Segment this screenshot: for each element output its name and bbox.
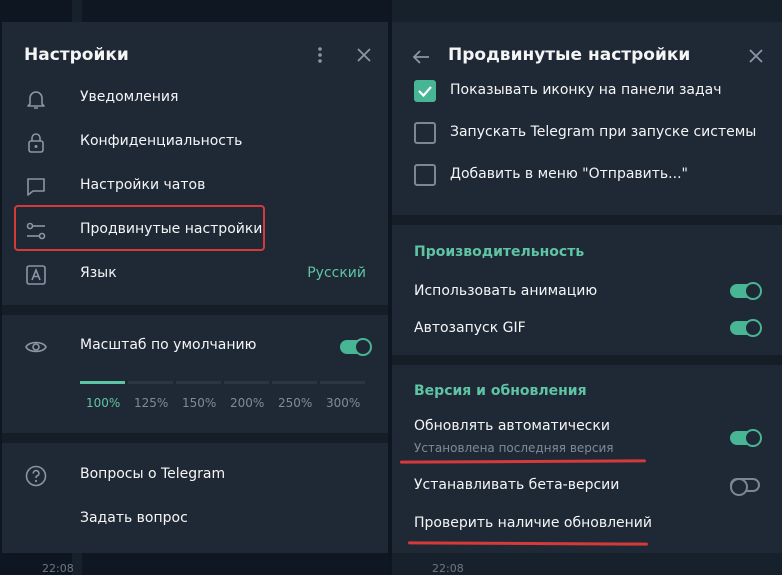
more-menu-icon[interactable]	[310, 44, 330, 66]
default-scale-row[interactable]: Масштаб по умолчанию	[2, 325, 388, 369]
menu-item-label: Уведомления	[80, 89, 179, 105]
beta-label: Устанавливать бета-версии	[414, 477, 620, 493]
menu-item-label: Вопросы о Telegram	[80, 466, 226, 482]
scale-option-200[interactable]: 200%	[230, 396, 264, 410]
scale-option-150[interactable]: 150%	[182, 396, 216, 410]
checkbox-label: Добавить в меню "Отправить..."	[450, 166, 688, 182]
send-to-menu-checkbox[interactable]	[414, 164, 436, 186]
menu-item-ask-question[interactable]: Задать вопрос	[2, 498, 388, 542]
animation-label: Использовать анимацию	[414, 283, 598, 299]
checkbox-label: Запускать Telegram при запуске системы	[450, 124, 757, 140]
page-title: Продвинутые настройки	[448, 45, 691, 65]
menu-item-language[interactable]: Язык Русский	[2, 253, 388, 297]
scale-segment[interactable]	[80, 381, 125, 384]
question-icon	[25, 465, 47, 487]
scale-option-250[interactable]: 250%	[278, 396, 312, 410]
menu-item-privacy[interactable]: Конфиденциальность	[2, 121, 388, 165]
message-time: 22:08	[432, 562, 464, 575]
scale-segment[interactable]	[320, 381, 365, 384]
highlight-annotation	[14, 205, 265, 251]
scale-segment[interactable]	[128, 381, 173, 384]
section-divider	[392, 215, 782, 225]
section-divider	[2, 433, 388, 443]
close-icon[interactable]	[746, 46, 766, 66]
auto-update-label: Обновлять автоматически	[414, 418, 610, 434]
message-time: 22:08	[42, 562, 74, 575]
lock-icon	[28, 133, 44, 153]
menu-item-label: Конфиденциальность	[80, 133, 243, 149]
check-updates-button[interactable]: Проверить наличие обновлений	[414, 515, 652, 531]
section-title-performance: Производительность	[414, 244, 585, 260]
section-title-updates: Версия и обновления	[414, 383, 587, 399]
animation-toggle[interactable]	[730, 282, 762, 300]
menu-item-label: Настройки чатов	[80, 177, 206, 193]
section-divider	[392, 355, 782, 365]
scale-segment[interactable]	[176, 381, 221, 384]
auto-update-toggle[interactable]	[730, 429, 762, 447]
beta-toggle[interactable]	[730, 478, 760, 496]
autostart-checkbox[interactable]	[414, 122, 436, 144]
scale-option-125[interactable]: 125%	[134, 396, 168, 410]
scale-label: Масштаб по умолчанию	[80, 337, 257, 353]
bell-icon	[27, 91, 45, 109]
gif-autoplay-toggle[interactable]	[730, 319, 762, 337]
language-icon	[26, 265, 46, 285]
taskbar-icon-checkbox[interactable]	[414, 80, 436, 102]
checkbox-label: Показывать иконку на панели задач	[450, 82, 722, 98]
scale-option-300[interactable]: 300%	[326, 396, 360, 410]
language-value: Русский	[307, 265, 366, 281]
underline-annotation	[399, 459, 647, 464]
chat-bubble-icon	[27, 178, 45, 196]
scale-option-100[interactable]: 100%	[86, 396, 120, 410]
checkmark-icon	[418, 86, 432, 98]
scale-segment[interactable]	[224, 381, 269, 384]
scale-segment[interactable]	[272, 381, 317, 384]
section-divider	[2, 305, 388, 315]
menu-item-faq[interactable]: Вопросы о Telegram	[2, 454, 388, 498]
close-icon[interactable]	[354, 45, 374, 65]
menu-item-notifications[interactable]: Уведомления	[2, 77, 388, 121]
menu-item-label: Язык	[80, 265, 117, 281]
settings-panel: Настройки Уведомления Конфиденциальность…	[2, 22, 388, 553]
advanced-settings-panel: Продвинутые настройки Показывать иконку …	[392, 22, 782, 553]
gif-autoplay-label: Автозапуск GIF	[414, 320, 526, 336]
underline-annotation	[407, 541, 649, 546]
eye-icon	[25, 341, 47, 353]
default-scale-toggle[interactable]	[340, 338, 372, 356]
menu-item-chat-settings[interactable]: Настройки чатов	[2, 165, 388, 209]
back-arrow-icon[interactable]	[410, 46, 432, 68]
page-title: Настройки	[24, 45, 129, 65]
update-status-text: Установлена последняя версия	[414, 441, 614, 455]
menu-item-label: Задать вопрос	[80, 510, 188, 526]
